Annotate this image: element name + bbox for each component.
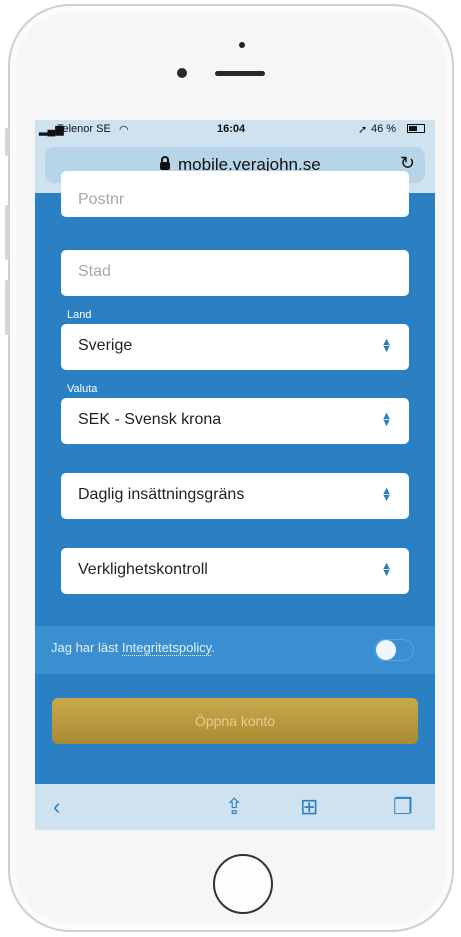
consent-text: Jag har läst Integritetspolicy.: [51, 640, 215, 656]
land-select[interactable]: Sverige ▲ ▼: [61, 324, 409, 370]
browser-toolbar: ‹ ⇪ ⊞ ❐: [35, 784, 435, 830]
location-icon: ➚: [358, 124, 368, 136]
valuta-value: SEK - Svensk krona: [78, 411, 222, 428]
back-icon[interactable]: ‹: [53, 794, 60, 820]
select-arrows-icon: ▲ ▼: [381, 560, 392, 579]
reality-check-value: Verklighetskontroll: [78, 561, 208, 578]
proximity-sensor: [177, 68, 187, 78]
phone-screen: ▂▄▆ Telenor SE ◠ 16:04 ➚ 46 % mobile.ver…: [35, 120, 435, 830]
open-account-button[interactable]: Öppna konto: [52, 698, 418, 744]
deposit-limit-value: Daglig insättningsgräns: [78, 486, 245, 503]
battery-percent: 46 %: [371, 123, 397, 135]
home-button[interactable]: [213, 854, 273, 914]
consent-toggle[interactable]: [374, 639, 414, 661]
select-arrows-icon: ▲ ▼: [381, 336, 392, 355]
open-account-label: Öppna konto: [194, 713, 276, 729]
stad-input[interactable]: Stad: [61, 250, 409, 296]
land-label: Land: [67, 309, 92, 321]
front-camera: [239, 42, 245, 48]
privacy-policy-link[interactable]: Integritetspolicy: [121, 640, 212, 656]
consent-row: Jag har läst Integritetspolicy.: [35, 626, 435, 674]
select-arrows-icon: ▲ ▼: [381, 485, 392, 504]
mute-switch: [5, 128, 9, 156]
bookmarks-icon[interactable]: ⊞: [300, 794, 318, 820]
status-time: 16:04: [217, 123, 246, 135]
wifi-icon: ◠: [119, 124, 129, 136]
signup-form: Postnr Stad Land Sverige ▲ ▼ Valuta SEK -…: [35, 171, 435, 784]
share-icon[interactable]: ⇪: [225, 794, 243, 820]
lock-icon: [160, 156, 170, 170]
postnr-placeholder: Postnr: [78, 191, 125, 208]
reality-check-select[interactable]: Verklighetskontroll ▲ ▼: [61, 548, 409, 594]
consent-prefix: Jag har läst: [51, 640, 122, 655]
land-value: Sverige: [78, 337, 133, 354]
volume-up-button: [5, 205, 9, 260]
battery-icon: [407, 124, 425, 133]
valuta-select[interactable]: SEK - Svensk krona ▲ ▼: [61, 398, 409, 444]
earpiece-speaker: [215, 71, 265, 76]
deposit-limit-select[interactable]: Daglig insättningsgräns ▲ ▼: [61, 473, 409, 519]
volume-down-button: [5, 280, 9, 335]
valuta-label: Valuta: [67, 383, 98, 395]
tabs-icon[interactable]: ❐: [393, 794, 413, 820]
carrier-name: Telenor SE: [57, 123, 111, 135]
postnr-input[interactable]: Postnr: [61, 171, 409, 217]
toggle-knob: [376, 640, 396, 660]
stad-placeholder: Stad: [78, 263, 111, 280]
status-bar: ▂▄▆ Telenor SE ◠ 16:04 ➚ 46 %: [35, 120, 435, 138]
select-arrows-icon: ▲ ▼: [381, 410, 392, 429]
consent-suffix: .: [211, 640, 215, 655]
